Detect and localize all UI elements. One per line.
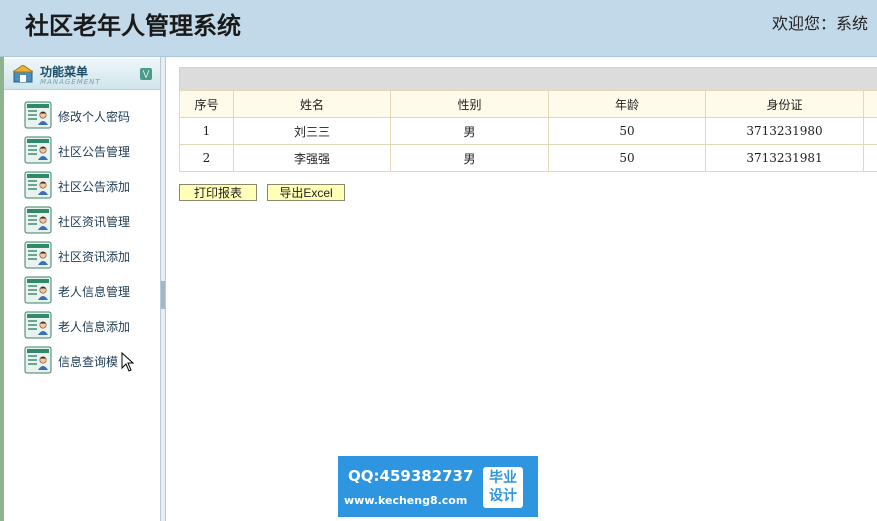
table-row: 1 刘三三男 50 3713231980 bbox=[179, 117, 877, 145]
sidebar-item-label: 信息查询模 bbox=[58, 355, 119, 369]
table-toolbar bbox=[179, 67, 877, 92]
sidebar-item-6[interactable]: 老人信息管理 bbox=[4, 276, 160, 311]
col-name: 姓名 bbox=[233, 90, 391, 118]
table-header-row: 序号 姓名 性别 年龄 身份证 bbox=[179, 90, 877, 118]
col-id-card: 身份证 bbox=[705, 90, 864, 118]
app-title: 社区老年人管理系统 bbox=[25, 12, 241, 40]
sidebar-splitter[interactable] bbox=[161, 57, 166, 521]
col-gender: 性别 bbox=[390, 90, 549, 118]
sidebar-item-label: 社区公告管理 bbox=[58, 145, 131, 159]
cell-gender: 男 bbox=[390, 117, 549, 145]
sidebar: 功能菜单 MANAGEMENT ⋁ 修改个人密码 社区公告管理 社区公告添加 社区资讯… bbox=[4, 57, 161, 521]
cell-age: 50 bbox=[548, 117, 706, 145]
sidebar-item-8[interactable]: 信息查询模 bbox=[4, 346, 160, 381]
watermark-badge-line2: 设计 bbox=[489, 488, 517, 504]
user-form-icon bbox=[24, 241, 52, 269]
menu-header[interactable]: 功能菜单 MANAGEMENT ⋁ bbox=[4, 59, 160, 90]
sidebar-item-5[interactable]: 社区资讯添加 bbox=[4, 241, 160, 276]
menu-list: 修改个人密码 社区公告管理 社区公告添加 社区资讯管理 社区资讯添加 老人信息管理 老人信息… bbox=[4, 101, 160, 381]
cell-index: 2 bbox=[179, 144, 234, 172]
cell-overflow bbox=[863, 117, 877, 145]
sidebar-item-label: 老人信息添加 bbox=[58, 320, 131, 334]
cell-name: 刘三三 bbox=[233, 117, 391, 145]
sidebar-item-label: 老人信息管理 bbox=[58, 285, 131, 299]
user-form-icon bbox=[24, 101, 52, 129]
cell-gender: 男 bbox=[390, 144, 549, 172]
sidebar-item-2[interactable]: 社区公告管理 bbox=[4, 136, 160, 171]
cell-name: 李强强 bbox=[233, 144, 391, 172]
sidebar-item-7[interactable]: 老人信息添加 bbox=[4, 311, 160, 346]
export-excel-button[interactable]: 导出Excel bbox=[267, 184, 345, 201]
sidebar-item-1[interactable]: 修改个人密码 bbox=[4, 101, 160, 136]
col-index: 序号 bbox=[179, 90, 234, 118]
cell-index: 1 bbox=[179, 117, 234, 145]
table-row: 2 李强强男 50 3713231981 bbox=[179, 144, 877, 172]
user-form-icon bbox=[24, 276, 52, 304]
mouse-cursor-icon bbox=[121, 352, 135, 372]
watermark-banner: QQ:459382737 www.kecheng8.com 毕业 设计 bbox=[338, 456, 538, 517]
cell-id-card: 3713231980 bbox=[705, 117, 864, 145]
collapse-menu-icon[interactable]: ⋁ bbox=[140, 68, 152, 80]
cell-age: 50 bbox=[548, 144, 706, 172]
menu-subtitle: MANAGEMENT bbox=[40, 78, 101, 86]
user-form-icon bbox=[24, 346, 52, 374]
home-menu-icon bbox=[13, 65, 33, 83]
sidebar-item-label: 社区公告添加 bbox=[58, 180, 131, 194]
cell-overflow bbox=[863, 144, 877, 172]
user-form-icon bbox=[24, 311, 52, 339]
splitter-grip-icon[interactable] bbox=[161, 281, 165, 309]
col-overflow bbox=[863, 90, 877, 118]
app-header: 社区老年人管理系统 欢迎您：系统 bbox=[0, 0, 877, 57]
sidebar-item-label: 社区资讯管理 bbox=[58, 215, 131, 229]
cell-id-card: 3713231981 bbox=[705, 144, 864, 172]
user-form-icon bbox=[24, 136, 52, 164]
watermark-badge: 毕业 设计 bbox=[483, 467, 523, 508]
elderly-table: 序号 姓名 性别 年龄 身份证 1 刘三三男 50 3713231980 2 李强强男 50… bbox=[179, 90, 877, 172]
sidebar-item-3[interactable]: 社区公告添加 bbox=[4, 171, 160, 206]
user-form-icon bbox=[24, 206, 52, 234]
watermark-qq: QQ:459382737 bbox=[348, 467, 474, 485]
sidebar-item-label: 社区资讯添加 bbox=[58, 250, 131, 264]
user-form-icon bbox=[24, 171, 52, 199]
sidebar-item-4[interactable]: 社区资讯管理 bbox=[4, 206, 160, 241]
col-age: 年龄 bbox=[548, 90, 706, 118]
welcome-text: 欢迎您：系统 bbox=[772, 14, 869, 33]
print-report-button[interactable]: 打印报表 bbox=[179, 184, 257, 201]
watermark-url: www.kecheng8.com bbox=[344, 494, 468, 507]
sidebar-item-label: 修改个人密码 bbox=[58, 110, 131, 124]
watermark-badge-line1: 毕业 bbox=[489, 470, 517, 486]
